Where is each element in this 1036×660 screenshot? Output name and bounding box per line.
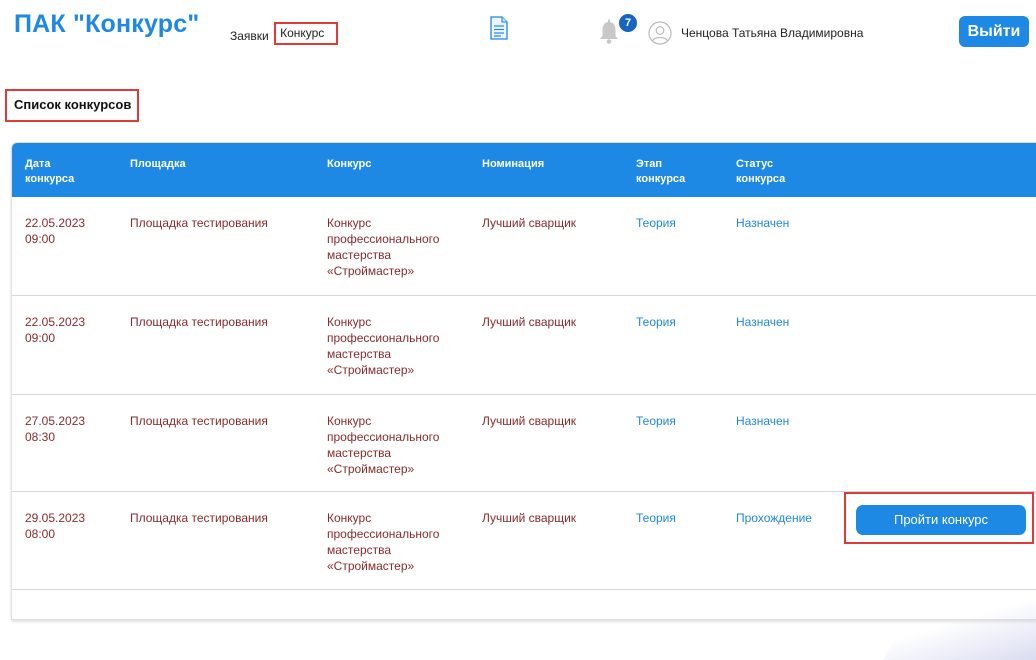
- row-date: 22.05.2023 09:00: [25, 315, 86, 345]
- col-stage[interactable]: Этап конкурса: [636, 157, 685, 187]
- row-nomination: Лучший сварщик: [482, 511, 577, 525]
- row-status[interactable]: Назначен: [736, 314, 789, 330]
- document-icon[interactable]: [490, 16, 508, 45]
- row-stage[interactable]: Теория: [636, 510, 676, 526]
- logout-button[interactable]: Выйти: [959, 16, 1029, 47]
- nav-applications[interactable]: Заявки: [230, 29, 269, 43]
- notification-badge: 7: [619, 14, 637, 32]
- row-place: Площадка тестирования: [130, 216, 268, 230]
- col-nomination[interactable]: Номинация: [482, 157, 544, 172]
- col-status[interactable]: Статус конкурса: [736, 157, 785, 187]
- row-nomination: Лучший сварщик: [482, 414, 577, 428]
- row-date: 27.05.2023 08:30: [25, 414, 86, 444]
- table-row[interactable]: 27.05.2023 08:30 Площадка тестирования К…: [12, 395, 1036, 492]
- row-date: 29.05.2023 08:00: [25, 511, 86, 541]
- col-contest[interactable]: Конкурс: [327, 157, 371, 172]
- top-nav: Заявки Конкурс: [230, 22, 339, 48]
- row-nomination: Лучший сварщик: [482, 216, 577, 230]
- row-nomination: Лучший сварщик: [482, 315, 577, 329]
- row-contest: Конкурс профессионального мастерства «Ст…: [327, 315, 440, 377]
- row-status[interactable]: Прохождение: [736, 510, 812, 526]
- user-name[interactable]: Ченцова Татьяна Владимировна: [681, 26, 863, 40]
- start-contest-highlight: Пройти конкурс: [844, 492, 1034, 544]
- row-contest: Конкурс профессионального мастерства «Ст…: [327, 511, 440, 573]
- table-row[interactable]: 22.05.2023 09:00 Площадка тестирования К…: [12, 197, 1036, 296]
- row-status[interactable]: Назначен: [736, 413, 789, 429]
- start-contest-button[interactable]: Пройти конкурс: [856, 505, 1026, 535]
- header: ПАК "Конкурс" Заявки Конкурс 7 Ченцова Т…: [0, 0, 1036, 70]
- row-status[interactable]: Назначен: [736, 215, 789, 231]
- row-stage[interactable]: Теория: [636, 314, 676, 330]
- row-stage[interactable]: Теория: [636, 413, 676, 429]
- row-contest: Конкурс профессионального мастерства «Ст…: [327, 414, 440, 476]
- row-stage[interactable]: Теория: [636, 215, 676, 231]
- nav-contest[interactable]: Конкурс: [274, 22, 339, 45]
- row-contest: Конкурс профессионального мастерства «Ст…: [327, 216, 440, 278]
- page-title: Список конкурсов: [5, 89, 139, 122]
- row-date: 22.05.2023 09:00: [25, 216, 86, 246]
- app-logo[interactable]: ПАК "Конкурс": [14, 10, 199, 39]
- col-date[interactable]: Дата конкурса: [25, 157, 74, 187]
- table-row[interactable]: 29.05.2023 08:00 Площадка тестирования К…: [12, 492, 1036, 590]
- user-avatar-icon[interactable]: [648, 21, 672, 50]
- table-header: Дата конкурса Площадка Конкурс Номинация…: [12, 143, 1036, 197]
- col-place[interactable]: Площадка: [130, 157, 186, 172]
- table-row[interactable]: 22.05.2023 09:00 Площадка тестирования К…: [12, 296, 1036, 395]
- row-place: Площадка тестирования: [130, 511, 268, 525]
- bell-icon[interactable]: [598, 19, 620, 50]
- contest-table: Дата конкурса Площадка Конкурс Номинация…: [11, 142, 1036, 620]
- row-place: Площадка тестирования: [130, 315, 268, 329]
- row-place: Площадка тестирования: [130, 414, 268, 428]
